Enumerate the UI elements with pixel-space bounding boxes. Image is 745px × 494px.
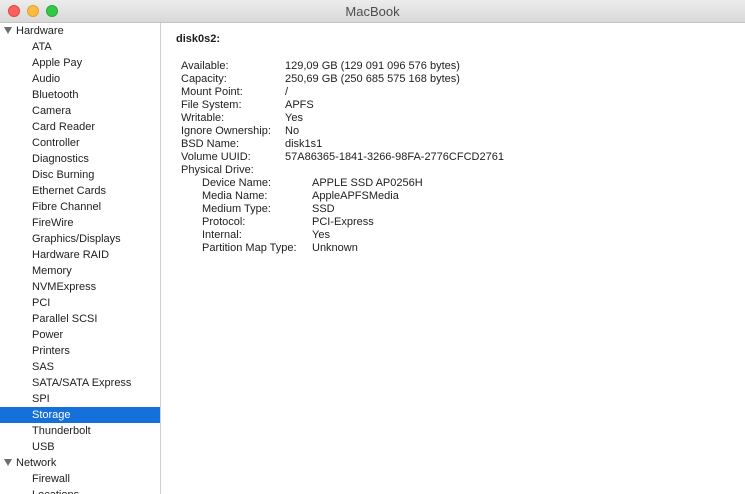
field-value: /: [285, 86, 289, 98]
physical-drive-label: Internal:: [202, 229, 242, 241]
sidebar-item-storage[interactable]: Storage: [0, 407, 160, 423]
sidebar-item-label: SAS: [32, 361, 55, 373]
sidebar-item-card-reader[interactable]: Card Reader: [0, 119, 160, 135]
sidebar-item-label: FireWire: [32, 217, 74, 229]
sidebar-item-label: Camera: [32, 105, 72, 117]
field-value: Yes: [285, 112, 303, 124]
detail-pane: disk0s2: Available: 129,09 GB (129 091 09…: [161, 23, 745, 494]
sidebar-item-label: Storage: [32, 409, 71, 421]
field-value: disk1s1: [285, 138, 323, 150]
disclosure-triangle-icon[interactable]: [4, 27, 12, 34]
sidebar-item-firewire[interactable]: FireWire: [0, 215, 160, 231]
physical-drive-value: SSD: [312, 203, 335, 215]
field-label: Mount Point:: [181, 86, 243, 98]
sidebar-item-printers[interactable]: Printers: [0, 343, 160, 359]
physical-drive-label: Medium Type:: [202, 203, 271, 215]
sidebar-item-memory[interactable]: Memory: [0, 263, 160, 279]
sidebar-item-label: ATA: [32, 41, 52, 53]
physical-drive-value: AppleAPFSMedia: [312, 190, 399, 202]
sidebar-item-ata[interactable]: ATA: [0, 39, 160, 55]
sidebar-item-label: USB: [32, 441, 55, 453]
sidebar-item-spi[interactable]: SPI: [0, 391, 160, 407]
physical-drive-value: Yes: [312, 229, 330, 241]
sidebar-item-label: SATA/SATA Express: [32, 377, 132, 389]
sidebar-item-diagnostics[interactable]: Diagnostics: [0, 151, 160, 167]
sidebar-item-ethernet-cards[interactable]: Ethernet Cards: [0, 183, 160, 199]
sidebar-item-sas[interactable]: SAS: [0, 359, 160, 375]
physical-drive-value: Unknown: [312, 242, 358, 254]
sidebar-item-label: Disc Burning: [32, 169, 95, 181]
sidebar-item-label: Fibre Channel: [32, 201, 102, 213]
window-title: MacBook: [345, 4, 400, 19]
field-value: 57A86365-1841-3266-98FA-2776CFCD2761: [285, 151, 504, 163]
system-information-window: MacBook Hardware ATA Apple Pay Audio Bluetoo…: [0, 0, 745, 494]
sidebar-item-hardware-raid[interactable]: Hardware RAID: [0, 247, 160, 263]
sidebar-item-label: Card Reader: [32, 121, 95, 133]
sidebar-item-label: Thunderbolt: [32, 425, 91, 437]
sidebar-item-graphics-displays[interactable]: Graphics/Displays: [0, 231, 160, 247]
sidebar-item-label: Locations: [32, 489, 79, 494]
sidebar-item-label: Hardware: [16, 25, 64, 37]
sidebar-item-label: NVMExpress: [32, 281, 97, 293]
sidebar-group-network[interactable]: Network: [0, 455, 160, 471]
sidebar-item-pci[interactable]: PCI: [0, 295, 160, 311]
sidebar-item-label: Audio: [32, 73, 61, 85]
sidebar-item-nvmexpress[interactable]: NVMExpress: [0, 279, 160, 295]
sidebar-item-controller[interactable]: Controller: [0, 135, 160, 151]
field-label: Capacity:: [181, 73, 227, 85]
field-label: BSD Name:: [181, 138, 240, 150]
sidebar-item-label: Hardware RAID: [32, 249, 110, 261]
sidebar-item-usb[interactable]: USB: [0, 439, 160, 455]
sidebar-item-power[interactable]: Power: [0, 327, 160, 343]
sidebar-item-label: Firewall: [32, 473, 70, 485]
sidebar-item-label: Printers: [32, 345, 70, 357]
field-value: APFS: [285, 99, 314, 111]
detail-heading: disk0s2:: [176, 33, 221, 45]
sidebar-item-bluetooth[interactable]: Bluetooth: [0, 87, 160, 103]
sidebar-item-sata-sata-express[interactable]: SATA/SATA Express: [0, 375, 160, 391]
sidebar-item-firewall[interactable]: Firewall: [0, 471, 160, 487]
physical-drive-label: Media Name:: [202, 190, 268, 202]
physical-drive-label: Partition Map Type:: [202, 242, 297, 254]
field-value: 129,09 GB (129 091 096 576 bytes): [285, 60, 460, 72]
field-label: Writable:: [181, 112, 225, 124]
field-label: File System:: [181, 99, 242, 111]
sidebar-item-thunderbolt[interactable]: Thunderbolt: [0, 423, 160, 439]
sidebar-item-label: Parallel SCSI: [32, 313, 98, 325]
sidebar-item-label: Apple Pay: [32, 57, 83, 69]
physical-drive-label: Device Name:: [202, 177, 272, 189]
sidebar-item-apple-pay[interactable]: Apple Pay: [0, 55, 160, 71]
sidebar-item-label: SPI: [32, 393, 50, 405]
sidebar-item-label: PCI: [32, 297, 51, 309]
title-bar[interactable]: MacBook: [0, 0, 745, 23]
field-value: 250,69 GB (250 685 575 168 bytes): [285, 73, 460, 85]
field-label: Physical Drive:: [181, 164, 254, 176]
sidebar-item-parallel-scsi[interactable]: Parallel SCSI: [0, 311, 160, 327]
sidebar-item-label: Ethernet Cards: [32, 185, 106, 197]
field-label: Volume UUID:: [181, 151, 251, 163]
sidebar-item-label: Controller: [32, 137, 80, 149]
field-label: Ignore Ownership:: [181, 125, 271, 137]
sidebar-item-label: Network: [16, 457, 57, 469]
sidebar-item-audio[interactable]: Audio: [0, 71, 160, 87]
sidebar-group-hardware[interactable]: Hardware: [0, 23, 160, 39]
field-label: Available:: [181, 60, 229, 72]
sidebar-item-label: Diagnostics: [32, 153, 89, 165]
field-value: No: [285, 125, 300, 137]
sidebar-item-label: Memory: [32, 265, 72, 277]
sidebar-item-locations[interactable]: Locations: [0, 487, 160, 494]
sidebar-item-label: Power: [32, 329, 64, 341]
sidebar-item-fibre-channel[interactable]: Fibre Channel: [0, 199, 160, 215]
physical-drive-value: PCI-Express: [312, 216, 374, 228]
sidebar-item-label: Bluetooth: [32, 89, 79, 101]
physical-drive-value: APPLE SSD AP0256H: [312, 177, 423, 189]
sidebar-item-camera[interactable]: Camera: [0, 103, 160, 119]
sidebar-item-label: Graphics/Displays: [32, 233, 121, 245]
disclosure-triangle-icon[interactable]: [4, 459, 12, 466]
sidebar-item-disc-burning[interactable]: Disc Burning: [0, 167, 160, 183]
sidebar[interactable]: Hardware ATA Apple Pay Audio Bluetooth Camera…: [0, 23, 161, 494]
physical-drive-label: Protocol:: [202, 216, 246, 228]
